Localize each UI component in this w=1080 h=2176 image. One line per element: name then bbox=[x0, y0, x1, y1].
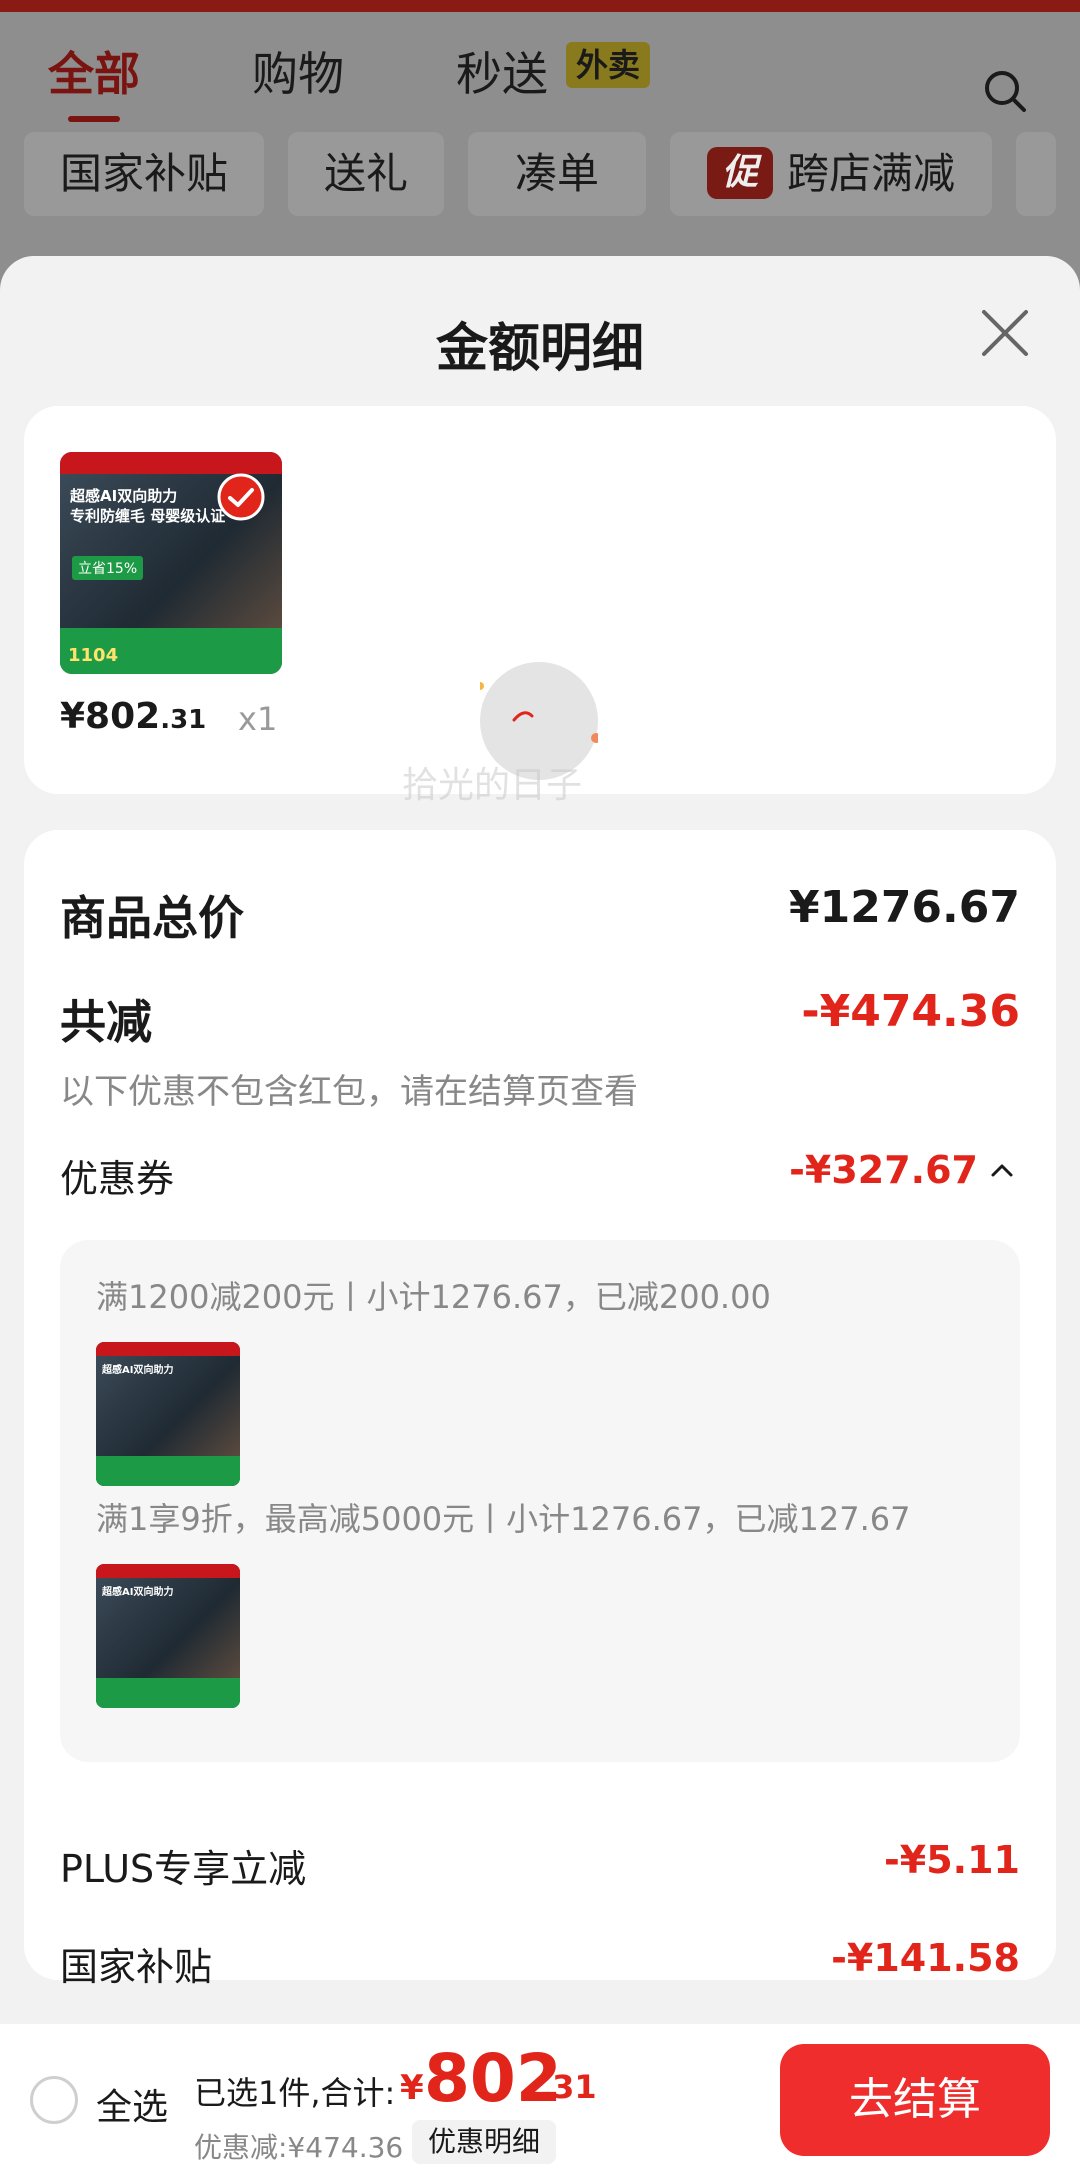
total-currency: ¥ bbox=[400, 2068, 424, 2108]
close-icon[interactable] bbox=[980, 308, 1030, 358]
top-tabs: 全部 购物 秒送 外卖 bbox=[0, 28, 1080, 122]
discount-summary: 优惠减:¥474.36 bbox=[194, 2131, 404, 2164]
chip-label: 跨店满减 bbox=[786, 149, 955, 198]
total-cents: .31 bbox=[540, 2068, 597, 2106]
filter-chips: 国家补贴 送礼 凑单 促跨店满减 bbox=[24, 132, 1080, 216]
item-price: ¥802.31 bbox=[60, 696, 207, 737]
chip-gift[interactable]: 送礼 bbox=[288, 132, 444, 216]
tab-instant-delivery[interactable]: 秒送 bbox=[456, 38, 548, 104]
total-price-value: ¥1276.67 bbox=[788, 882, 1020, 933]
search-icon[interactable] bbox=[982, 68, 1028, 114]
coupon-detail-box: 满1200减200元丨小计1276.67，已减200.00 超感AI双向助力 满… bbox=[60, 1240, 1020, 1762]
chip-national-subsidy[interactable]: 国家补贴 bbox=[24, 132, 264, 216]
thumb-badge: 立省15% bbox=[72, 556, 144, 580]
chip-add-on[interactable]: 凑单 bbox=[468, 132, 646, 216]
plus-discount-label: PLUS专享立减 bbox=[60, 1847, 307, 1891]
checkout-bar: 全选 已选1件,合计: ¥ 802 .31 优惠减:¥474.36 优惠明细 去… bbox=[0, 2024, 1080, 2176]
plus-discount-value: -¥5.11 bbox=[884, 1838, 1020, 1882]
red-packet-note: 以下优惠不包含红包，请在结算页查看 bbox=[60, 1072, 638, 1112]
chevron-up-icon[interactable] bbox=[990, 1162, 1014, 1178]
selected-summary: 已选1件,合计: bbox=[194, 2074, 396, 2112]
top-accent-line bbox=[0, 0, 1080, 12]
discount-total-value: -¥474.36 bbox=[801, 986, 1020, 1037]
national-subsidy-label: 国家补贴 bbox=[60, 1945, 213, 1989]
amount-detail-sheet: 金额明细 超感AI双向助力 专利防缠毛 母婴级认证 立省15% 1104 ¥80… bbox=[0, 256, 1080, 2176]
tab-all[interactable]: 全部 bbox=[48, 38, 140, 122]
select-all-radio[interactable] bbox=[30, 2076, 78, 2124]
tab-shopping[interactable]: 购物 bbox=[252, 38, 344, 104]
dimmed-header: 全部 购物 秒送 外卖 国家补贴 送礼 凑单 促跨店满减 bbox=[0, 0, 1080, 300]
thumb-text: 超感AI双向助力 专利防缠毛 母婴级认证 bbox=[70, 487, 226, 525]
select-all-label[interactable]: 全选 bbox=[96, 2078, 168, 2130]
chip-cross-store-discount[interactable]: 促跨店满减 bbox=[670, 132, 992, 216]
coupon-label: 优惠券 bbox=[60, 1157, 175, 1201]
coupon-rule: 满1200减200元丨小计1276.67，已减200.00 bbox=[96, 1278, 771, 1316]
watermark: 拾光的日子 bbox=[402, 765, 583, 806]
waimai-badge: 外卖 bbox=[566, 42, 651, 88]
discount-detail-button[interactable]: 优惠明细 bbox=[412, 2120, 557, 2164]
coupon-rule: 满1享9折，最高减5000元丨小计1276.67，已减127.67 bbox=[96, 1500, 911, 1538]
checkout-button[interactable]: 去结算 bbox=[780, 2044, 1050, 2156]
national-subsidy-value: -¥141.58 bbox=[831, 1936, 1020, 1980]
item-quantity: x1 bbox=[238, 700, 278, 738]
coupon-product-thumbnail: 超感AI双向助力 bbox=[96, 1342, 240, 1486]
discount-total-label: 共减 bbox=[60, 995, 152, 1049]
chip-overflow[interactable] bbox=[1016, 132, 1056, 216]
sheet-title: 金额明细 bbox=[435, 319, 644, 379]
total-price-label: 商品总价 bbox=[60, 891, 244, 945]
price-summary-card: 商品总价 ¥1276.67 共减 -¥474.36 以下优惠不包含红包，请在结算… bbox=[24, 830, 1056, 1989]
coupon-product-thumbnail: 超感AI双向助力 bbox=[96, 1564, 240, 1708]
coupon-value: -¥327.67 bbox=[789, 1148, 978, 1192]
selected-check-icon bbox=[217, 473, 265, 521]
thumb-price: 1104 bbox=[68, 645, 119, 666]
promo-tag-icon: 促 bbox=[706, 146, 773, 199]
